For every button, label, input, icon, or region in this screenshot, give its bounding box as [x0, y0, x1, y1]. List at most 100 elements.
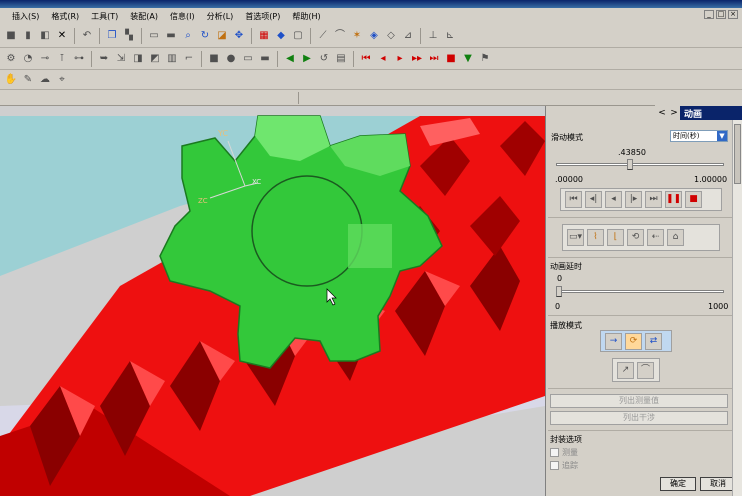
- step-forward-icon[interactable]: ▸▸: [410, 52, 424, 66]
- step-back-icon[interactable]: ◂: [376, 52, 390, 66]
- play-icon[interactable]: ▸: [393, 52, 407, 66]
- cancel-button[interactable]: 取消: [700, 477, 736, 491]
- close-button[interactable]: ×: [728, 10, 738, 19]
- paste-icon[interactable]: ▚: [122, 29, 136, 43]
- stop-icon[interactable]: ■: [444, 52, 458, 66]
- nav-back-button[interactable]: <: [656, 106, 668, 120]
- graph-icon[interactable]: ▤: [334, 52, 348, 66]
- play-once-icon[interactable]: →: [605, 332, 622, 350]
- plane-icon[interactable]: ▭: [241, 52, 255, 66]
- step-forward-icon[interactable]: |▸: [625, 191, 642, 208]
- hand-icon[interactable]: ✋: [4, 73, 18, 87]
- trace-curve-icon[interactable]: ⌇: [587, 229, 604, 246]
- analysis-icon[interactable]: ⊿: [401, 29, 415, 43]
- list-measure-button[interactable]: 列出测量值: [550, 394, 728, 408]
- component-icon[interactable]: ◔: [21, 52, 35, 66]
- menu-assembly[interactable]: 装配(A): [130, 11, 158, 22]
- cloud-icon[interactable]: ☁: [38, 73, 52, 87]
- pipe-icon[interactable]: ⌐: [182, 52, 196, 66]
- measure-checkbox-row[interactable]: 测量: [550, 447, 578, 458]
- rewind-icon[interactable]: ⏮: [565, 191, 582, 208]
- solver-icon[interactable]: ↺: [317, 52, 331, 66]
- path-option-a-icon[interactable]: ↗: [617, 361, 634, 379]
- trace-link-icon[interactable]: ⌊: [607, 229, 624, 246]
- sketch-icon[interactable]: ⟋: [316, 29, 330, 43]
- slide-mode-select[interactable]: 时间(秒) ▼: [670, 130, 728, 142]
- time-slider-track[interactable]: [556, 163, 724, 166]
- point-icon[interactable]: ●: [224, 52, 238, 66]
- spline-icon[interactable]: ✶: [350, 29, 364, 43]
- menu-preferences[interactable]: 首选项(P): [245, 11, 280, 22]
- solid-icon[interactable]: ■: [207, 52, 221, 66]
- path-option-b-icon[interactable]: ⌒: [637, 361, 654, 379]
- menu-insert[interactable]: 插入(S): [12, 11, 39, 22]
- zoom-icon[interactable]: ⌕: [181, 29, 195, 43]
- cut-icon[interactable]: ✕: [55, 29, 69, 43]
- stop-icon[interactable]: ■: [685, 191, 702, 208]
- play-loop-icon[interactable]: ⟳: [625, 332, 642, 350]
- surface-icon[interactable]: ◇: [384, 29, 398, 43]
- cube-view-icon[interactable]: ◆: [274, 29, 288, 43]
- trace-mark-icon[interactable]: ⟲: [627, 229, 644, 246]
- chevron-down-icon[interactable]: ▼: [717, 131, 727, 141]
- trace-checkbox-row[interactable]: 追踪: [550, 460, 578, 471]
- mate-icon[interactable]: ◨: [131, 52, 145, 66]
- joint-icon[interactable]: ⊺: [55, 52, 69, 66]
- snap-icon[interactable]: ⌖: [55, 73, 69, 87]
- block-icon[interactable]: ▮: [21, 29, 35, 43]
- feature-icon[interactable]: ◈: [367, 29, 381, 43]
- rewind-icon[interactable]: ⏮: [359, 52, 373, 66]
- assembly-icon[interactable]: ⚙: [4, 52, 18, 66]
- connector-icon[interactable]: ⊶: [72, 52, 86, 66]
- trace-dropdown-icon[interactable]: ▭▾: [567, 229, 584, 246]
- arrow-icon[interactable]: ➥: [97, 52, 111, 66]
- rotate-icon[interactable]: ↻: [198, 29, 212, 43]
- play-pingpong-icon[interactable]: ⇄: [645, 332, 662, 350]
- trace-path-icon[interactable]: ⇠: [647, 229, 664, 246]
- play-back-icon[interactable]: ◂: [605, 191, 622, 208]
- scrollbar-thumb[interactable]: [734, 124, 741, 184]
- nav-forward-button[interactable]: >: [668, 106, 680, 120]
- graphics-viewport[interactable]: YC XC ZC: [0, 106, 545, 496]
- pan-icon[interactable]: ✥: [232, 29, 246, 43]
- copy-icon[interactable]: ❐: [105, 29, 119, 43]
- maximize-button[interactable]: □: [716, 10, 726, 19]
- fast-forward-icon[interactable]: ⏭: [645, 191, 662, 208]
- fast-forward-icon[interactable]: ⏭: [427, 52, 441, 66]
- arrow-left-icon[interactable]: ◀: [283, 52, 297, 66]
- menu-information[interactable]: 信息(I): [170, 11, 195, 22]
- list-interference-button[interactable]: 列出干涉: [550, 411, 728, 425]
- download-icon[interactable]: ▼: [461, 52, 475, 66]
- trace-checkbox[interactable]: [550, 461, 559, 470]
- menu-format[interactable]: 格式(R): [51, 11, 79, 22]
- arrow-right-icon[interactable]: ▶: [300, 52, 314, 66]
- panel-scrollbar[interactable]: [732, 120, 742, 496]
- mark-icon[interactable]: ✎: [21, 73, 35, 87]
- dimension-icon[interactable]: ⊾: [443, 29, 457, 43]
- menu-tools[interactable]: 工具(T): [91, 11, 118, 22]
- move-icon[interactable]: ⇲: [114, 52, 128, 66]
- pause-icon[interactable]: ❚❚: [665, 191, 682, 208]
- layer-icon[interactable]: ▦: [257, 29, 271, 43]
- frame-icon[interactable]: ▬: [164, 29, 178, 43]
- axis-icon[interactable]: ▬: [258, 52, 272, 66]
- measure-checkbox[interactable]: [550, 448, 559, 457]
- delay-slider-track[interactable]: [556, 290, 724, 293]
- measure-icon[interactable]: ⊥: [426, 29, 440, 43]
- constraint-icon[interactable]: ⊸: [38, 52, 52, 66]
- delay-slider-thumb[interactable]: [556, 286, 562, 297]
- menu-help[interactable]: 帮助(H): [292, 11, 320, 22]
- undo-icon[interactable]: ↶: [80, 29, 94, 43]
- open-icon[interactable]: ◧: [38, 29, 52, 43]
- time-slider-thumb[interactable]: [626, 159, 633, 170]
- extrude-icon[interactable]: ◩: [148, 52, 162, 66]
- ok-button[interactable]: 确定: [660, 477, 696, 491]
- curve-icon[interactable]: ⌒: [333, 29, 347, 43]
- box-icon[interactable]: ■: [4, 29, 18, 43]
- shaded-view-icon[interactable]: ◪: [215, 29, 229, 43]
- pattern-icon[interactable]: ▥: [165, 52, 179, 66]
- trace-export-icon[interactable]: ⌂: [667, 229, 684, 246]
- wireframe-icon[interactable]: ▢: [291, 29, 305, 43]
- select-icon[interactable]: ▭: [147, 29, 161, 43]
- menu-analysis[interactable]: 分析(L): [207, 11, 234, 22]
